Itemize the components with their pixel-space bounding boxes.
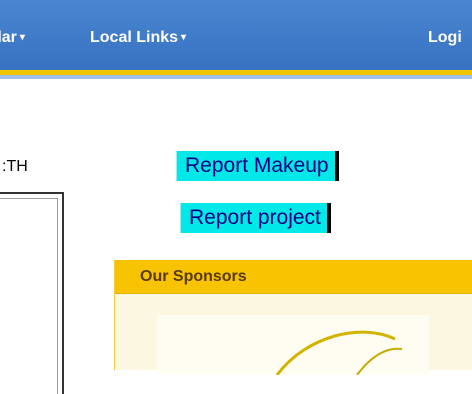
nav-item-login[interactable]: Logi (428, 29, 462, 47)
left-column-label: :TH (2, 158, 28, 175)
nav-item-calendar[interactable]: dar▾ (0, 29, 25, 47)
nav-item-label: Logi (428, 29, 462, 46)
chevron-down-icon: ▾ (19, 32, 25, 43)
sponsors-title: Our Sponsors (115, 260, 472, 294)
sponsor-logo-swoosh-icon (275, 330, 403, 376)
sponsor-logo[interactable] (157, 315, 429, 376)
sponsors-panel: Our Sponsors (114, 260, 472, 376)
chevron-down-icon: ▾ (181, 32, 187, 43)
report-project-button[interactable]: Report project (180, 203, 331, 233)
nav-divider-strip (0, 75, 472, 79)
nav-item-label: dar (0, 29, 17, 46)
top-navbar: dar▾ Local Links▾ Logi (0, 0, 472, 70)
nav-item-local-links[interactable]: Local Links ▾ (90, 29, 186, 47)
nav-item-label: Local Links (90, 29, 179, 46)
report-makeup-button[interactable]: Report Makeup (176, 151, 339, 181)
